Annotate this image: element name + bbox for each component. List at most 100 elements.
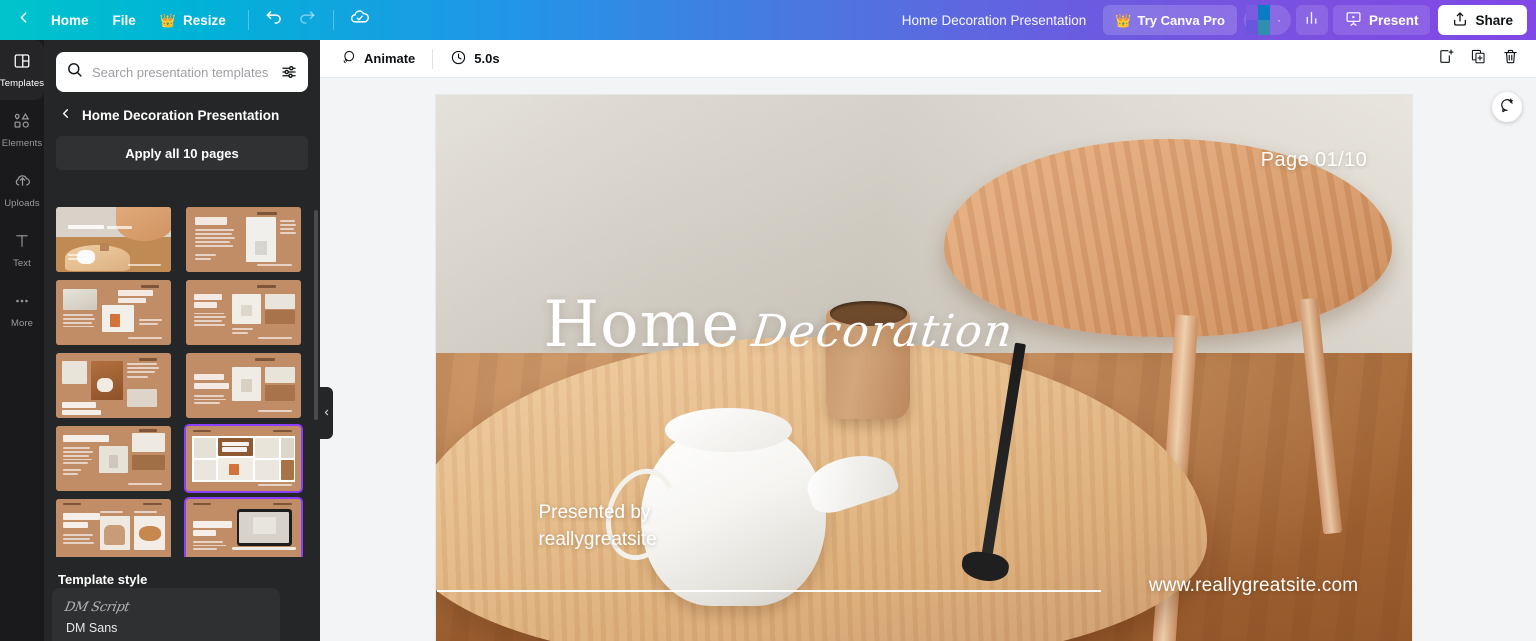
search-input[interactable] — [83, 64, 280, 80]
sidebar-item-elements[interactable]: Elements — [0, 100, 44, 160]
canvas-area[interactable]: Page 01/10 Home Decoration Presented by … — [320, 78, 1536, 641]
sidebar-item-uploads[interactable]: Uploads — [0, 160, 44, 220]
slide-title[interactable]: Home Decoration — [543, 287, 1016, 362]
animate-button[interactable]: Animate — [332, 45, 423, 73]
search-row — [44, 40, 320, 92]
add-page-button[interactable] — [1432, 45, 1460, 73]
template-thumbnail[interactable] — [56, 426, 171, 491]
trash-icon — [1502, 48, 1519, 70]
delete-page-button[interactable] — [1496, 45, 1524, 73]
sidebar-item-label: Text — [13, 257, 31, 269]
clock-icon — [450, 49, 467, 69]
slide-page-1[interactable]: Page 01/10 Home Decoration Presented by … — [436, 95, 1412, 641]
photo-teapot-lid — [665, 407, 793, 452]
add-comment-button[interactable] — [1492, 92, 1522, 122]
template-thumbnail[interactable] — [184, 497, 303, 557]
back-button[interactable] — [8, 5, 38, 35]
sidebar-item-label: Templates — [0, 77, 45, 89]
chevron-left-icon — [322, 404, 331, 422]
upload-cloud-icon — [13, 171, 32, 195]
top-bar-right: Home Decoration Presentation 👑 Try Canva… — [890, 0, 1536, 40]
undo-icon — [265, 8, 284, 32]
slide-website[interactable]: www.reallygreatsite.com — [1149, 575, 1358, 597]
duration-label: 5.0s — [474, 51, 500, 66]
search-box[interactable] — [56, 52, 308, 92]
cloud-saved-icon — [349, 7, 370, 33]
more-dots-icon — [13, 292, 31, 315]
template-thumbnail[interactable] — [184, 424, 303, 493]
canva-editor: Home File 👑 Resize Home Decoration Prese… — [0, 0, 1536, 641]
template-thumbnail[interactable] — [186, 207, 301, 272]
share-button[interactable]: Share — [1438, 5, 1527, 35]
document-title[interactable]: Home Decoration Presentation — [890, 13, 1099, 28]
sidebar-item-label: More — [10, 317, 34, 329]
home-button[interactable]: Home — [40, 6, 100, 34]
file-label: File — [112, 12, 136, 28]
chevron-left-icon — [58, 106, 73, 124]
template-thumbnail[interactable] — [56, 353, 171, 418]
duplicate-page-button[interactable] — [1464, 45, 1492, 73]
apply-all-pages-button[interactable]: Apply all 10 pages — [56, 136, 308, 170]
cloud-save-status-button[interactable] — [345, 5, 375, 35]
resize-button[interactable]: 👑 Resize — [149, 6, 237, 34]
left-rail: Templates Elements Uploads Text More — [0, 40, 44, 641]
divider — [432, 48, 434, 69]
presented-by-line2: reallygreatsite — [538, 529, 657, 551]
bar-chart-icon — [1303, 9, 1320, 31]
avatar-overflow-label: · — [1276, 13, 1281, 27]
template-thumbnail[interactable] — [56, 499, 171, 557]
canvas-toolbar-right — [1432, 45, 1524, 73]
share-upload-icon — [1452, 11, 1468, 30]
animate-label: Animate — [364, 51, 416, 66]
add-comment-icon — [1499, 97, 1515, 118]
crown-icon: 👑 — [1115, 12, 1132, 28]
present-label: Present — [1368, 12, 1419, 28]
present-button[interactable]: Present — [1332, 5, 1431, 35]
page-duration-button[interactable]: 5.0s — [442, 45, 507, 73]
insights-button[interactable] — [1295, 5, 1328, 35]
template-thumbnail[interactable] — [186, 353, 301, 418]
presented-by-line1: Presented by — [538, 501, 651, 523]
sidebar-item-label: Elements — [1, 137, 43, 149]
duplicate-page-icon — [1470, 48, 1487, 70]
sidebar-item-more[interactable]: More — [0, 280, 44, 340]
divider — [332, 10, 334, 30]
top-bar: Home File 👑 Resize Home Decoration Prese… — [0, 0, 1536, 40]
divider — [247, 10, 249, 30]
sidebar-item-text[interactable]: Text — [0, 220, 44, 280]
sidebar-item-label: Uploads — [4, 198, 40, 210]
filter-sliders-icon[interactable] — [280, 63, 298, 81]
slide-divider-line — [436, 590, 1101, 592]
elements-icon — [13, 112, 31, 135]
add-page-icon — [1438, 48, 1455, 70]
font-name-label: DM Sans — [66, 621, 118, 635]
collaborators-avatars[interactable]: · — [1243, 5, 1291, 35]
template-thumbnail[interactable] — [186, 280, 301, 345]
undo-button[interactable] — [260, 5, 290, 35]
crown-icon: 👑 — [159, 12, 176, 28]
slide-page-number[interactable]: Page 01/10 — [1261, 149, 1367, 172]
redo-button[interactable] — [292, 5, 322, 35]
try-canva-pro-button[interactable]: 👑 Try Canva Pro — [1103, 5, 1237, 35]
try-pro-label: Try Canva Pro — [1137, 12, 1225, 28]
panel-scrollbar[interactable] — [314, 210, 318, 420]
font-script-sample: DM Script — [63, 600, 131, 615]
template-thumbnail[interactable] — [56, 207, 171, 272]
panel-collapse-handle[interactable] — [320, 387, 333, 439]
slide-presented-by[interactable]: Presented by reallygreatsite — [538, 499, 656, 554]
sidebar-item-templates[interactable]: Templates — [0, 40, 44, 100]
top-bar-left: Home File 👑 Resize — [0, 0, 375, 40]
chevron-left-icon — [15, 9, 32, 31]
slide-title-serif: Home — [543, 287, 741, 362]
text-icon — [13, 232, 31, 255]
template-style-card[interactable]: DM Script DM Sans — [52, 588, 280, 641]
breadcrumb-label: Home Decoration Presentation — [82, 107, 280, 123]
resize-label: Resize — [182, 12, 226, 28]
canvas-toolbar: Animate 5.0s — [320, 40, 1536, 78]
breadcrumb[interactable]: Home Decoration Presentation — [44, 92, 320, 132]
redo-icon — [297, 8, 316, 32]
template-thumbnail[interactable] — [56, 280, 171, 345]
animate-icon — [340, 49, 357, 69]
file-menu-button[interactable]: File — [102, 6, 147, 34]
search-icon — [66, 61, 83, 83]
